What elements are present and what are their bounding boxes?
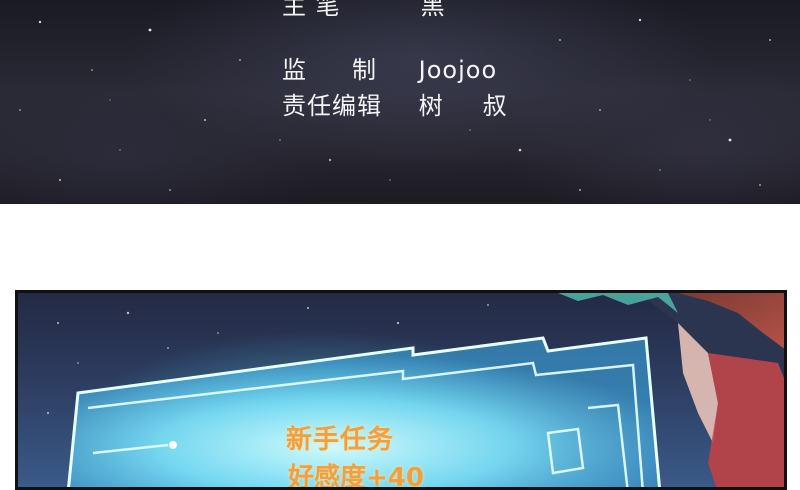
credits-panel: 主 笔 黑 监制 Joojoo 责任编辑 树叔 <box>0 0 800 204</box>
credit-row-editor: 责任编辑 树叔 <box>282 86 547 121</box>
comic-panel: 新手任务 好感度+40 <box>15 290 787 490</box>
credit-value: 树叔 <box>418 92 547 120</box>
credit-label: 责任编辑 <box>282 92 382 120</box>
quest-reward: 好感度+40 <box>288 463 424 490</box>
credit-row-supervisor: 监制 Joojoo <box>282 50 497 85</box>
credit-value: 黑 <box>420 0 446 20</box>
credit-label: 主 笔 <box>282 0 341 20</box>
quest-title: 新手任务 <box>286 425 395 455</box>
credit-label: 监制 <box>282 56 422 84</box>
credit-row-artist: 主 笔 黑 <box>282 0 446 21</box>
credit-value: Joojoo <box>418 56 498 84</box>
